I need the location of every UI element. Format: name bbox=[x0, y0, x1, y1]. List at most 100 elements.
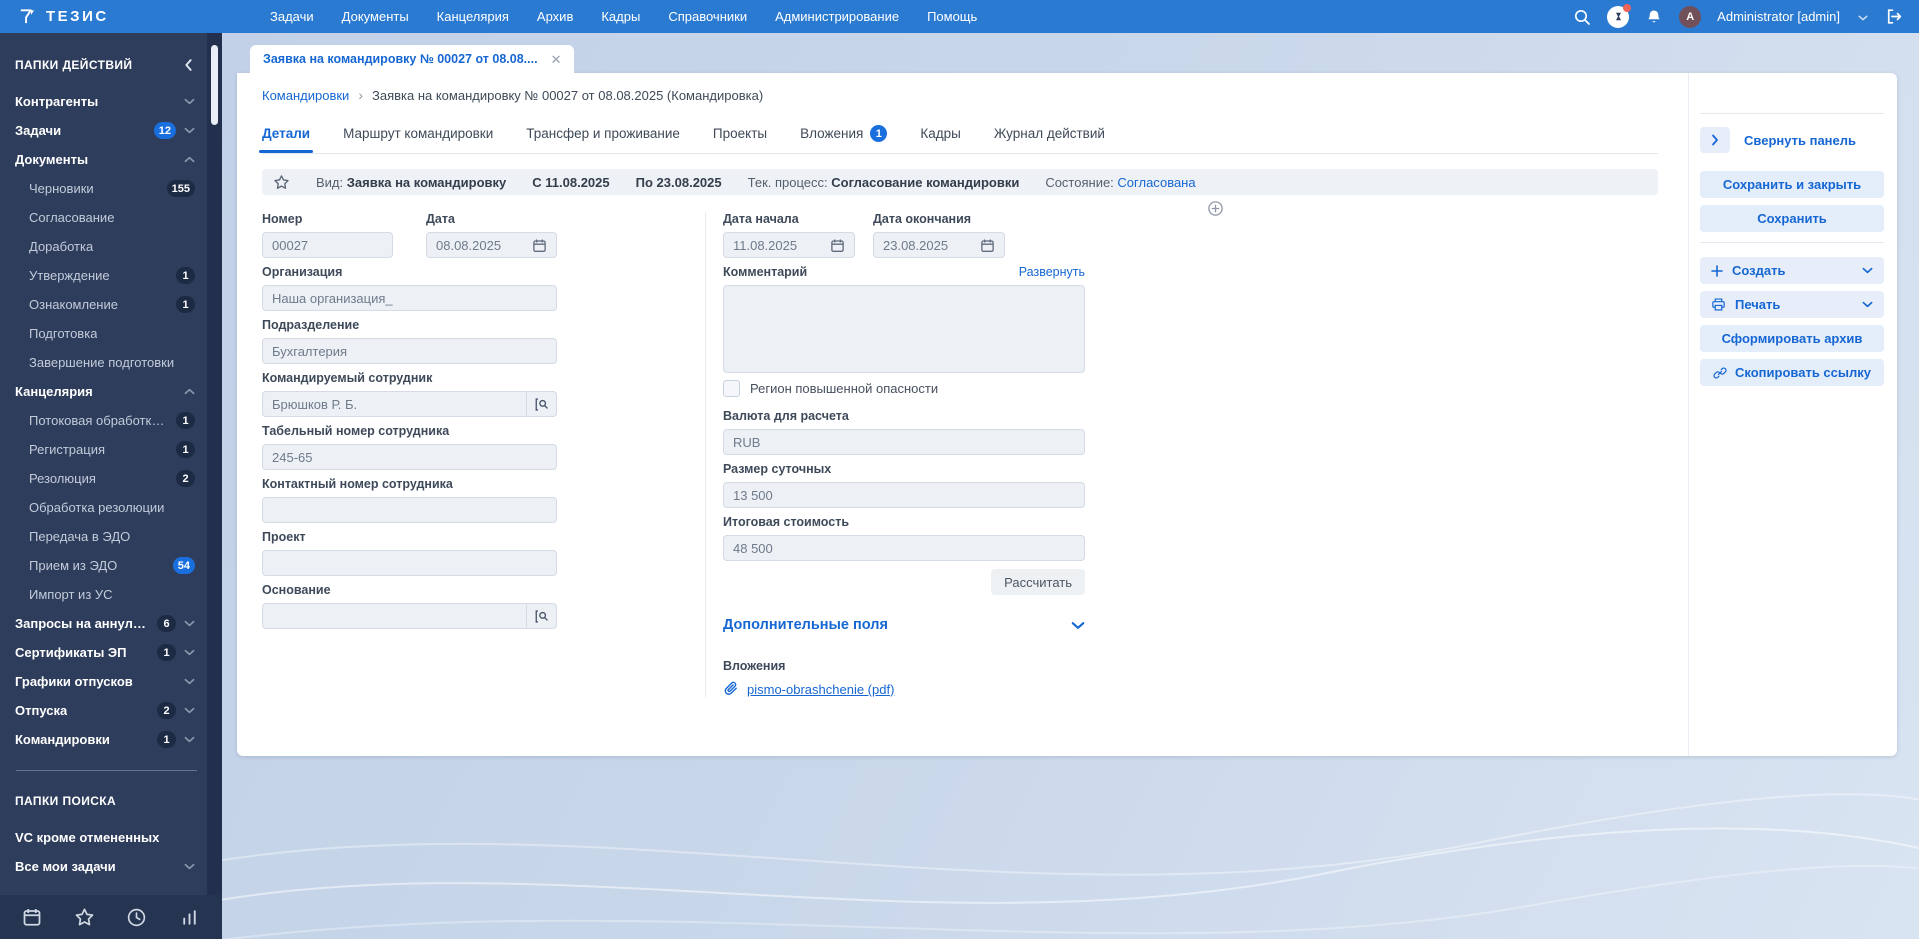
daily-allowance-field[interactable]: 13 500 bbox=[723, 482, 1085, 508]
start-date-field[interactable]: 11.08.2025 bbox=[723, 232, 855, 258]
document-tab[interactable]: Детали bbox=[258, 126, 314, 153]
sidebar-scrollbar-thumb[interactable] bbox=[211, 45, 218, 125]
department-field[interactable]: Бухгалтерия bbox=[262, 338, 557, 364]
chevron-icon[interactable] bbox=[184, 736, 195, 743]
document-tab[interactable]: Трансфер и проживание bbox=[526, 126, 680, 141]
sidebar-item[interactable]: Завершение подготовки bbox=[0, 348, 207, 377]
project-field[interactable] bbox=[262, 550, 557, 576]
sidebar-item[interactable]: Резолюция 2 bbox=[0, 464, 207, 493]
total-cost-field[interactable]: 48 500 bbox=[723, 535, 1085, 561]
sidebar-item[interactable]: Доработка bbox=[0, 232, 207, 261]
sidebar-item[interactable]: Импорт из УС bbox=[0, 580, 207, 609]
calendar-icon[interactable] bbox=[980, 238, 995, 253]
chevron-down-icon[interactable] bbox=[1071, 621, 1085, 630]
end-date-field[interactable]: 23.08.2025 bbox=[873, 232, 1005, 258]
state-link[interactable]: Согласована bbox=[1117, 175, 1195, 190]
document-tab[interactable]: Кадры bbox=[920, 126, 960, 141]
basis-field[interactable] bbox=[262, 603, 557, 629]
attachment-link[interactable]: pismo-obrashchenie (pdf) bbox=[747, 682, 894, 697]
breadcrumb-parent-link[interactable]: Командировки bbox=[262, 88, 349, 103]
create-archive-button[interactable]: Сформировать архив bbox=[1700, 325, 1884, 352]
save-close-button[interactable]: Сохранить и закрыть bbox=[1700, 171, 1884, 198]
logout-icon[interactable] bbox=[1884, 7, 1903, 26]
top-menu-item[interactable]: Справочники bbox=[668, 9, 747, 24]
currency-field[interactable]: RUB bbox=[723, 429, 1085, 455]
employee-field[interactable]: Брюшков Р. Б. bbox=[262, 391, 557, 417]
history-icon[interactable] bbox=[126, 907, 147, 928]
sidebar-item[interactable]: Регистрация 1 bbox=[0, 435, 207, 464]
sidebar-scrollbar[interactable] bbox=[207, 33, 222, 895]
document-tab[interactable]: Проекты bbox=[713, 126, 767, 141]
personnel-number-field[interactable]: 245-65 bbox=[262, 444, 557, 470]
sidebar-collapse-icon[interactable] bbox=[185, 59, 193, 72]
calculate-button[interactable]: Рассчитать bbox=[991, 569, 1085, 595]
sidebar-item[interactable]: Прием из ЭДО 54 bbox=[0, 551, 207, 580]
sidebar-item[interactable]: Контрагенты bbox=[0, 87, 207, 116]
sidebar-item[interactable]: Задачи 12 bbox=[0, 116, 207, 145]
document-tab[interactable]: Маршрут командировки bbox=[343, 126, 493, 141]
calendar-icon[interactable] bbox=[22, 907, 42, 927]
top-menu-item[interactable]: Документы bbox=[342, 9, 409, 24]
statistics-icon[interactable] bbox=[179, 907, 200, 928]
sidebar-item[interactable]: Черновики 155 bbox=[0, 174, 207, 203]
document-tab[interactable]: Журнал действий bbox=[994, 126, 1105, 141]
favorite-star-icon[interactable] bbox=[273, 174, 290, 191]
document-tab[interactable]: Вложения 1 bbox=[800, 125, 888, 142]
sidebar-item[interactable]: Передача в ЭДО bbox=[0, 522, 207, 551]
contact-number-field[interactable] bbox=[262, 497, 557, 523]
top-menu-item[interactable]: Канцелярия bbox=[437, 9, 509, 24]
save-button[interactable]: Сохранить bbox=[1700, 205, 1884, 232]
sidebar-item[interactable]: Потоковая обработка вхо... 1 bbox=[0, 406, 207, 435]
comment-field[interactable] bbox=[723, 285, 1085, 373]
organization-field[interactable]: Наша организация_ bbox=[262, 285, 557, 311]
close-icon[interactable]: ✕ bbox=[551, 53, 562, 66]
chevron-icon[interactable] bbox=[184, 863, 195, 870]
sidebar-item[interactable]: Отпуска 2 bbox=[0, 696, 207, 725]
create-button[interactable]: Создать bbox=[1700, 257, 1884, 284]
copy-link-button[interactable]: Скопировать ссылку bbox=[1700, 359, 1884, 386]
sidebar-item[interactable]: Графики отпусков bbox=[0, 667, 207, 696]
sidebar-item[interactable]: Сертификаты ЭП 1 bbox=[0, 638, 207, 667]
sidebar-item[interactable]: Обработка резолюции bbox=[0, 493, 207, 522]
sidebar-item[interactable]: Запросы на аннулирование 6 bbox=[0, 609, 207, 638]
favorites-icon[interactable] bbox=[74, 907, 95, 928]
top-menu-item[interactable]: Кадры bbox=[601, 9, 640, 24]
print-button[interactable]: Печать bbox=[1700, 291, 1884, 318]
calendar-icon[interactable] bbox=[532, 238, 547, 253]
chevron-icon[interactable] bbox=[184, 707, 195, 714]
top-menu-item[interactable]: Администрирование bbox=[775, 9, 899, 24]
danger-region-checkbox[interactable] bbox=[723, 380, 740, 397]
expand-comment-link[interactable]: Развернуть bbox=[1019, 265, 1085, 279]
chevron-icon[interactable] bbox=[184, 127, 195, 134]
add-tab-icon[interactable] bbox=[1207, 200, 1224, 217]
window-tab[interactable]: Заявка на командировку № 00027 от 08.08.… bbox=[250, 45, 575, 73]
sidebar-item[interactable]: Все мои задачи bbox=[0, 852, 207, 881]
sidebar-item[interactable]: Утверждение 1 bbox=[0, 261, 207, 290]
sidebar-item[interactable]: VC кроме отмененных bbox=[0, 823, 207, 852]
top-menu-item[interactable]: Архив bbox=[537, 9, 573, 24]
collapse-panel-icon[interactable] bbox=[1700, 127, 1730, 153]
collapse-panel-label[interactable]: Свернуть панель bbox=[1744, 133, 1856, 148]
date-field[interactable]: 08.08.2025 bbox=[426, 232, 557, 258]
sidebar-item[interactable]: Согласование bbox=[0, 203, 207, 232]
bell-icon[interactable] bbox=[1645, 8, 1663, 26]
chevron-icon[interactable] bbox=[184, 649, 195, 656]
lookup-icon[interactable] bbox=[526, 392, 556, 416]
lookup-icon[interactable] bbox=[526, 604, 556, 628]
sidebar-item[interactable]: Подготовка bbox=[0, 319, 207, 348]
chevron-icon[interactable] bbox=[184, 678, 195, 685]
sidebar-item[interactable]: Ознакомление 1 bbox=[0, 290, 207, 319]
top-menu-item[interactable]: Задачи bbox=[270, 9, 314, 24]
user-menu-chevron-icon[interactable] bbox=[1858, 8, 1868, 26]
chevron-icon[interactable] bbox=[184, 620, 195, 627]
additional-fields-link[interactable]: Дополнительные поля bbox=[723, 617, 888, 633]
top-menu-item[interactable]: Помощь bbox=[927, 9, 977, 24]
user-name[interactable]: Administrator [admin] bbox=[1717, 9, 1840, 24]
chevron-icon[interactable] bbox=[184, 388, 195, 395]
chevron-icon[interactable] bbox=[184, 98, 195, 105]
sidebar-item[interactable]: Канцелярия bbox=[0, 377, 207, 406]
pending-tasks-icon[interactable] bbox=[1607, 3, 1632, 28]
calendar-icon[interactable] bbox=[830, 238, 845, 253]
number-field[interactable]: 00027 bbox=[262, 232, 393, 258]
sidebar-item[interactable]: Командировки 1 bbox=[0, 725, 207, 754]
